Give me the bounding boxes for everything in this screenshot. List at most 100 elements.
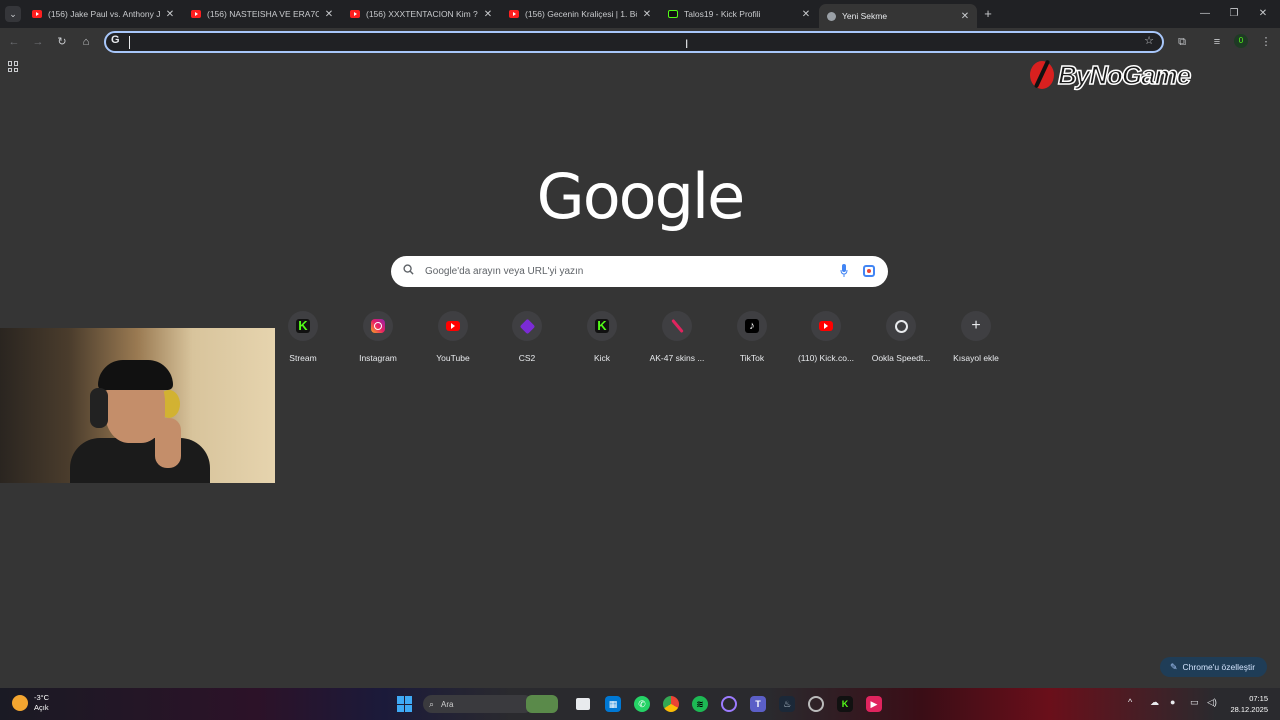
shortcut-add[interactable]: + Kısayol ekle <box>939 310 1013 372</box>
tab-title: Yeni Sekme <box>842 11 888 21</box>
shortcut-youtube[interactable]: YouTube <box>416 310 490 372</box>
network-icon[interactable]: ▭ <box>1190 697 1199 708</box>
clock-date: 28.12.2025 <box>1230 705 1268 714</box>
youtube-icon <box>32 10 42 18</box>
restore-button[interactable]: ❐ <box>1225 6 1243 22</box>
kick-icon[interactable]: K <box>837 696 853 712</box>
close-tab-icon[interactable]: ✕ <box>482 9 494 20</box>
shortcut-cs2[interactable]: CS2 <box>490 310 564 372</box>
close-tab-icon[interactable]: ✕ <box>959 11 971 22</box>
google-g-icon: G <box>111 34 120 46</box>
text-cursor-icon: I <box>685 37 689 51</box>
ookla-icon <box>894 319 908 333</box>
new-tab-button[interactable]: + <box>981 6 995 22</box>
close-window-button[interactable]: ✕ <box>1254 6 1272 22</box>
instagram-icon <box>371 319 385 333</box>
back-button[interactable]: ← <box>6 34 22 50</box>
kick-icon: K <box>595 319 609 333</box>
bynogame-text: ByNoGame <box>1057 59 1192 91</box>
menu-icon[interactable]: ⋮ <box>1258 34 1274 50</box>
apps-grid-icon[interactable] <box>8 61 19 72</box>
tab-2[interactable]: (156) XXXTENTACION Kim ? / X ✕ <box>342 4 500 24</box>
microsoft-store-icon[interactable]: ▦ <box>605 696 621 712</box>
search-icon: ⌕ <box>429 698 435 709</box>
show-hidden-icons[interactable]: ^ <box>1128 697 1132 707</box>
pencil-icon: ✎ <box>1170 661 1178 672</box>
close-tab-icon[interactable]: ✕ <box>323 9 335 20</box>
kick-icon <box>668 10 678 18</box>
address-bar[interactable]: G ☆ <box>104 31 1164 53</box>
tab-search-dropdown-icon[interactable]: ⌄ <box>5 6 21 22</box>
clock-time: 07:15 <box>1249 694 1268 703</box>
close-tab-icon[interactable]: ✕ <box>800 9 812 20</box>
tab-5-active[interactable]: Yeni Sekme ✕ <box>819 4 977 28</box>
minimize-button[interactable]: — <box>1196 6 1214 22</box>
google-lens-icon[interactable] <box>863 265 875 277</box>
shortcut-label: Ookla Speedt... <box>871 353 931 363</box>
search-box[interactable] <box>391 256 888 287</box>
tab-1[interactable]: (156) NASTEISHA VE ERA7CAPO ✕ <box>183 4 341 24</box>
youtube-icon <box>446 321 460 331</box>
shortcut-kick-com[interactable]: (110) Kick.co... <box>789 310 863 372</box>
weather-widget[interactable]: -3°C Açık <box>12 693 49 713</box>
tray-app-icon[interactable]: ● <box>1170 697 1175 707</box>
shortcut-label: TikTok <box>739 353 765 363</box>
kick-icon: K <box>296 319 310 333</box>
youtube-music-icon[interactable]: ▶ <box>866 696 882 712</box>
steam-icon[interactable]: ♨ <box>779 696 795 712</box>
bookmark-star-icon[interactable]: ☆ <box>1144 34 1154 47</box>
shortcut-stream[interactable]: K Stream <box>266 310 340 372</box>
media-queue-icon[interactable]: ≡ <box>1209 34 1225 50</box>
shortcut-label: Kick <box>593 353 611 363</box>
chrome-taskbar-icon[interactable] <box>663 696 679 712</box>
taskbar-search-label: Ara <box>441 699 454 709</box>
webcam-person <box>60 348 210 483</box>
voice-search-mic-icon[interactable] <box>840 264 848 278</box>
forward-button[interactable]: → <box>30 34 46 50</box>
extensions-icon[interactable]: ⧉ <box>1174 34 1190 50</box>
onedrive-icon[interactable]: ☁ <box>1150 697 1159 708</box>
ak47-icon <box>670 318 684 334</box>
shortcut-instagram[interactable]: Instagram <box>341 310 415 372</box>
whatsapp-icon[interactable]: ✆ <box>634 696 650 712</box>
close-tab-icon[interactable]: ✕ <box>641 9 653 20</box>
profile-avatar[interactable]: 0 <box>1234 34 1248 48</box>
reload-button[interactable]: ↻ <box>54 34 70 50</box>
shortcut-ak47-skins[interactable]: AK-47 skins ... <box>640 310 714 372</box>
taskbar-clock[interactable]: 07:15 28.12.2025 <box>1226 693 1268 715</box>
tab-strip: ⌄ (156) Jake Paul vs. Anthony Jos ✕ (156… <box>0 0 1280 28</box>
close-tab-icon[interactable]: ✕ <box>164 9 176 20</box>
shortcut-label: Stream <box>289 353 317 363</box>
teams-icon[interactable]: T <box>750 696 766 712</box>
tab-4[interactable]: Talos19 - Kick Profili ✕ <box>660 4 818 24</box>
taskbar-search[interactable]: ⌕ Ara <box>423 695 558 713</box>
customize-chrome-button[interactable]: ✎ Chrome'u özelleştir <box>1160 657 1267 677</box>
youtube-icon <box>191 10 201 18</box>
search-input[interactable] <box>425 262 825 281</box>
volume-icon[interactable]: ◁) <box>1207 697 1217 708</box>
home-button[interactable]: ⌂ <box>78 34 94 50</box>
shortcut-ookla-speedtest[interactable]: Ookla Speedt... <box>864 310 938 372</box>
shortcut-label: CS2 <box>518 353 536 363</box>
chrome-icon <box>827 11 836 21</box>
obs-icon[interactable] <box>808 696 824 712</box>
shortcut-kick[interactable]: K Kick <box>565 310 639 372</box>
shortcut-tiktok[interactable]: ♪ TikTok <box>715 310 789 372</box>
shortcut-label: AK-47 skins ... <box>649 353 705 363</box>
discord-like-icon[interactable] <box>721 696 737 712</box>
youtube-icon <box>350 10 360 18</box>
task-view-icon[interactable] <box>576 698 590 710</box>
bynogame-watermark: ByNoGame <box>1030 58 1192 92</box>
tab-0[interactable]: (156) Jake Paul vs. Anthony Jos ✕ <box>24 4 182 24</box>
tab-3[interactable]: (156) Gecenin Kraliçesi | 1. Bölü ✕ <box>501 4 659 24</box>
text-caret <box>129 36 130 49</box>
tab-title: Talos19 - Kick Profili <box>684 9 761 19</box>
weather-temperature: -3°C <box>34 693 50 702</box>
tab-title: (156) NASTEISHA VE ERA7CAPO <box>207 9 319 19</box>
webcam-overlay <box>0 328 275 483</box>
windows-start-icon[interactable] <box>397 696 413 712</box>
spotify-icon[interactable]: ≋ <box>692 696 708 712</box>
tab-title: (156) Jake Paul vs. Anthony Jos <box>48 9 160 19</box>
bynogame-logo-icon <box>1030 61 1054 89</box>
plus-icon: + <box>971 317 981 334</box>
